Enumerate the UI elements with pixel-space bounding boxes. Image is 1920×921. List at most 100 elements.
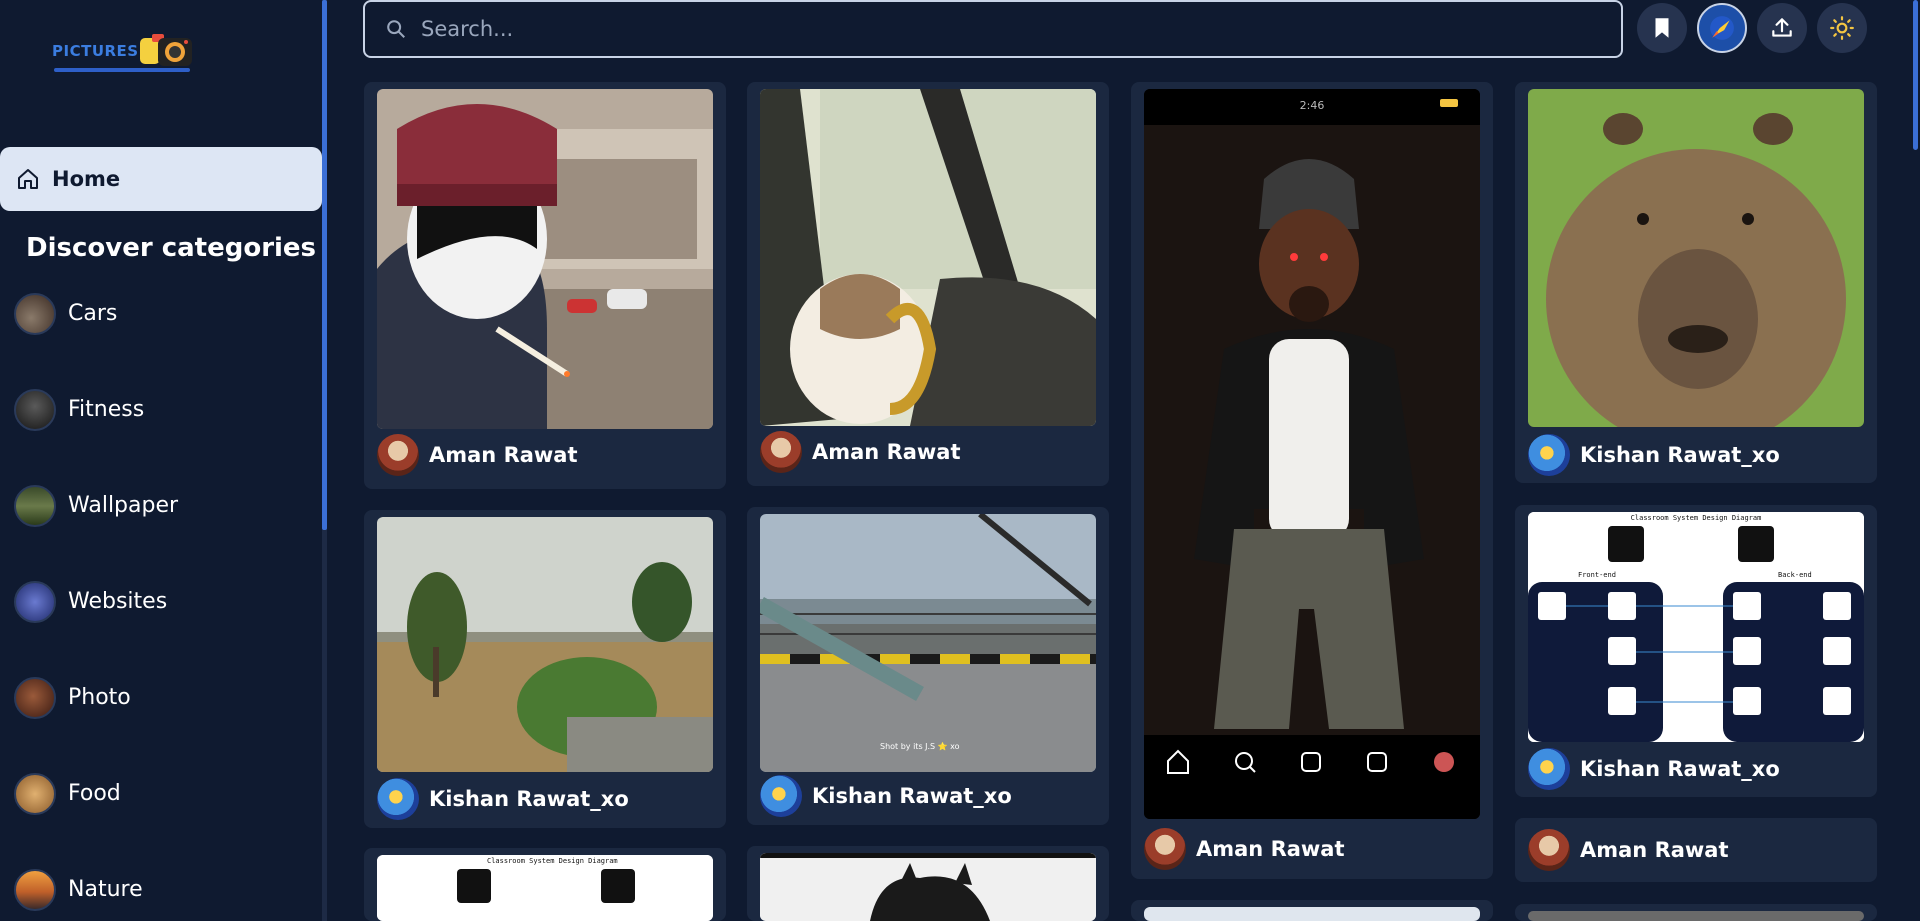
pin-card[interactable]: Shot by its J.S ⭐ xo Kishan Rawat_xo bbox=[747, 507, 1109, 825]
bridge-image: Shot by its J.S ⭐ xo bbox=[760, 514, 1096, 772]
sidebar: PICTURES Home Discover categories Cars F… bbox=[0, 0, 322, 921]
pin-image[interactable]: Shot by its J.S ⭐ xo bbox=[760, 514, 1096, 772]
photo-watermark-text: Shot by its J.S ⭐ xo bbox=[880, 741, 960, 751]
category-thumbnail bbox=[14, 677, 56, 719]
pin-image[interactable] bbox=[760, 89, 1096, 426]
pin-author[interactable]: Aman Rawat bbox=[377, 434, 578, 476]
pin-card[interactable]: Kishan Rawat_xo bbox=[1515, 82, 1877, 483]
category-item-cars[interactable]: Cars bbox=[14, 293, 314, 389]
pin-card[interactable]: Aman Rawat bbox=[747, 82, 1109, 486]
pin-author[interactable]: Aman Rawat bbox=[1528, 829, 1729, 871]
search-input[interactable] bbox=[421, 17, 1571, 41]
logo-underline bbox=[54, 68, 190, 72]
category-thumbnail bbox=[14, 773, 56, 815]
main-scrollbar[interactable] bbox=[1911, 0, 1920, 921]
camera-logo-icon bbox=[140, 34, 192, 66]
author-name: Aman Rawat bbox=[1580, 838, 1729, 862]
category-label: Photo bbox=[68, 685, 131, 710]
upload-button[interactable] bbox=[1757, 3, 1807, 53]
capybara-image bbox=[1528, 89, 1864, 427]
pin-card[interactable]: Classroom System Design Diagram bbox=[364, 848, 726, 921]
author-avatar bbox=[1144, 828, 1186, 870]
pin-card[interactable]: Aman Rawat bbox=[1515, 818, 1877, 882]
app-logo[interactable]: PICTURES bbox=[52, 28, 202, 78]
cat-driving-image bbox=[760, 89, 1096, 426]
pin-author[interactable]: Aman Rawat bbox=[760, 431, 961, 473]
author-avatar bbox=[377, 778, 419, 820]
pin-image[interactable] bbox=[1528, 911, 1864, 921]
pin-image[interactable] bbox=[377, 89, 713, 429]
search-icon bbox=[387, 20, 405, 38]
kitten-thumbnail-image bbox=[760, 853, 1096, 921]
fields-landscape-image bbox=[377, 517, 713, 772]
bookmarks-button[interactable] bbox=[1637, 3, 1687, 53]
category-item-wallpaper[interactable]: Wallpaper bbox=[14, 485, 314, 581]
category-list: Cars Fitness Wallpaper Websites Photo Fo… bbox=[14, 293, 314, 921]
pin-image[interactable] bbox=[760, 853, 1096, 921]
phone-time-text: 2:46 bbox=[1300, 99, 1325, 112]
nav-home-label: Home bbox=[52, 167, 121, 191]
pin-author[interactable]: Kishan Rawat_xo bbox=[760, 775, 1012, 817]
author-name: Aman Rawat bbox=[429, 443, 578, 467]
category-thumbnail bbox=[14, 869, 56, 911]
category-label: Fitness bbox=[68, 397, 145, 422]
logo-text: PICTURES bbox=[52, 42, 139, 60]
main-feed-area: Aman Rawat Kishan Rawat_xo Classr bbox=[327, 0, 1920, 921]
author-avatar bbox=[1528, 434, 1570, 476]
category-label: Nature bbox=[68, 877, 143, 902]
diagram-title-text: Classroom System Design Diagram bbox=[1631, 514, 1762, 522]
pin-card[interactable] bbox=[1131, 900, 1493, 921]
pin-card[interactable] bbox=[747, 846, 1109, 921]
main-scrollbar-thumb[interactable] bbox=[1913, 0, 1918, 150]
author-name: Kishan Rawat_xo bbox=[812, 784, 1012, 808]
author-avatar bbox=[1528, 829, 1570, 871]
sun-icon bbox=[1830, 16, 1854, 40]
bookmark-icon bbox=[1655, 18, 1669, 38]
author-name: Aman Rawat bbox=[1196, 837, 1345, 861]
author-avatar bbox=[377, 434, 419, 476]
nav-home[interactable]: Home bbox=[0, 147, 322, 211]
pin-card[interactable]: 2:46 Aman Rawat bbox=[1131, 82, 1493, 879]
category-item-websites[interactable]: Websites bbox=[14, 581, 314, 677]
category-item-fitness[interactable]: Fitness bbox=[14, 389, 314, 485]
search-bar[interactable] bbox=[363, 0, 1623, 58]
pin-author[interactable]: Kishan Rawat_xo bbox=[1528, 434, 1780, 476]
category-thumbnail bbox=[14, 293, 56, 335]
backend-label: Back-end bbox=[1778, 571, 1812, 579]
category-label: Websites bbox=[68, 589, 168, 614]
pin-card[interactable] bbox=[1515, 904, 1877, 921]
rocket-avatar-icon bbox=[1710, 16, 1734, 40]
profile-avatar-button[interactable] bbox=[1697, 3, 1747, 53]
author-name: Kishan Rawat_xo bbox=[1580, 443, 1780, 467]
author-avatar bbox=[760, 431, 802, 473]
pin-card[interactable]: Kishan Rawat_xo bbox=[364, 510, 726, 828]
diagram-thumbnail-image: Classroom System Design Diagram bbox=[377, 855, 713, 921]
upload-icon bbox=[1772, 18, 1792, 37]
categories-title: Discover categories bbox=[26, 233, 317, 263]
category-item-nature[interactable]: Nature bbox=[14, 869, 314, 921]
category-item-food[interactable]: Food bbox=[14, 773, 314, 869]
category-label: Cars bbox=[68, 301, 118, 326]
category-label: Food bbox=[68, 781, 121, 806]
author-avatar bbox=[1528, 748, 1570, 790]
home-icon bbox=[18, 169, 38, 189]
pin-author[interactable]: Kishan Rawat_xo bbox=[377, 778, 629, 820]
pin-card[interactable]: Aman Rawat bbox=[364, 82, 726, 489]
pin-image[interactable]: Classroom System Design Diagram bbox=[377, 855, 713, 921]
category-thumbnail bbox=[14, 389, 56, 431]
author-name: Aman Rawat bbox=[812, 440, 961, 464]
pin-card[interactable]: Classroom System Design Diagram Front-en… bbox=[1515, 505, 1877, 797]
diagram-title-text: Classroom System Design Diagram bbox=[487, 857, 618, 865]
category-item-photo[interactable]: Photo bbox=[14, 677, 314, 773]
frontend-label: Front-end bbox=[1578, 571, 1616, 579]
pin-image[interactable] bbox=[1528, 89, 1864, 427]
author-name: Kishan Rawat_xo bbox=[429, 787, 629, 811]
pin-image[interactable]: Classroom System Design Diagram Front-en… bbox=[1528, 512, 1864, 742]
pin-author[interactable]: Aman Rawat bbox=[1144, 828, 1345, 870]
pin-image[interactable]: 2:46 bbox=[1144, 89, 1480, 819]
pin-author[interactable]: Kishan Rawat_xo bbox=[1528, 748, 1780, 790]
pin-image[interactable] bbox=[377, 517, 713, 772]
pin-image[interactable] bbox=[1144, 907, 1480, 921]
author-name: Kishan Rawat_xo bbox=[1580, 757, 1780, 781]
theme-toggle-button[interactable] bbox=[1817, 3, 1867, 53]
